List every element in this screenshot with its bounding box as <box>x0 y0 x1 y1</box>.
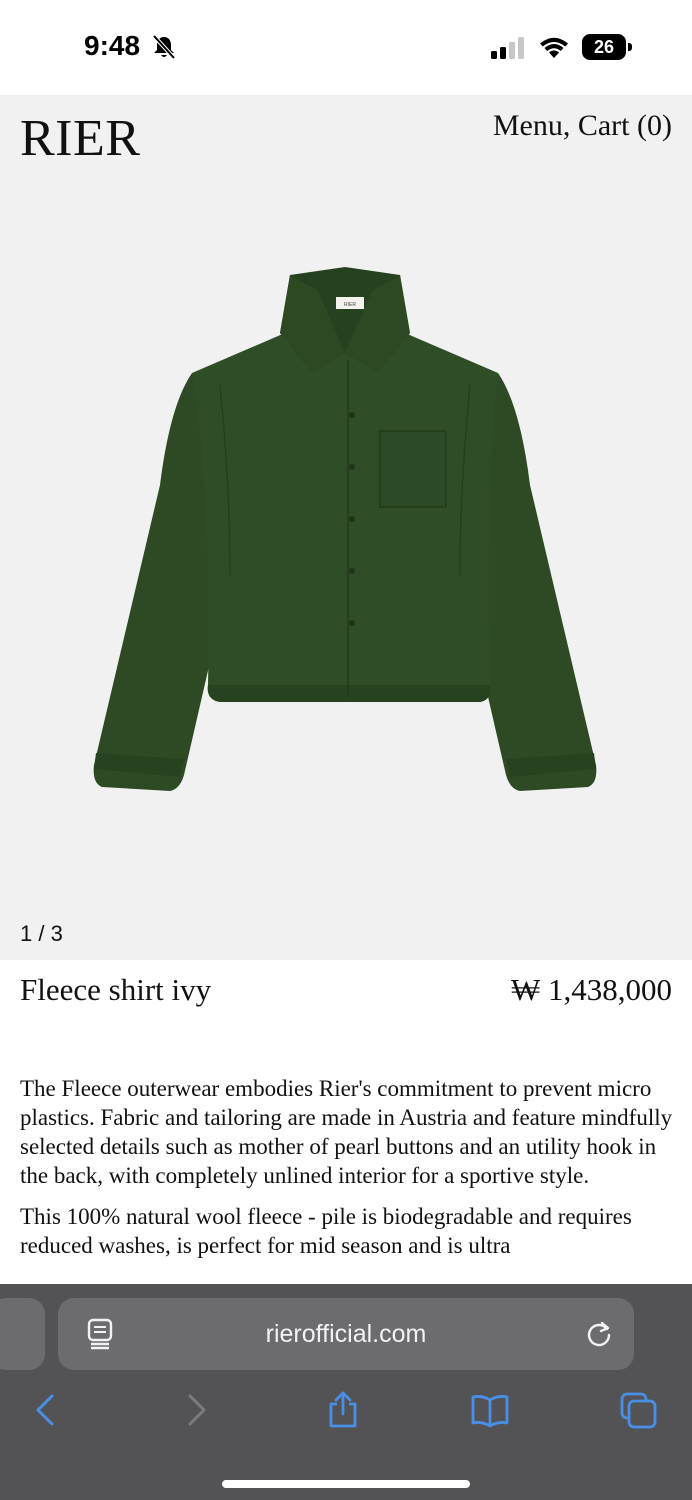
cellular-signal-icon <box>491 37 524 59</box>
url-text[interactable]: rierofficial.com <box>58 1298 634 1370</box>
product-gallery[interactable]: RIER Menu, Cart (0) RIER 1 / 3 <box>0 95 692 960</box>
battery-tip <box>628 43 632 51</box>
cart-link[interactable]: Cart (0) <box>578 109 672 142</box>
browser-toolbar: rierofficial.com <box>0 1284 692 1500</box>
status-time: 9:48 <box>84 30 141 61</box>
reload-icon[interactable] <box>585 1320 613 1348</box>
header-nav: Menu, Cart (0) <box>493 109 672 143</box>
bookmarks-icon[interactable] <box>470 1390 510 1430</box>
image-counter: 1 / 3 <box>20 921 63 946</box>
silent-bell-icon <box>152 34 176 60</box>
product-name: Fleece shirt ivy <box>20 972 212 1007</box>
home-indicator <box>222 1480 470 1488</box>
share-icon[interactable] <box>323 1390 363 1430</box>
address-bar[interactable]: rierofficial.com <box>58 1298 634 1370</box>
forward-icon[interactable] <box>176 1390 216 1430</box>
description-paragraph: This 100% natural wool fleece - pile is … <box>20 1204 632 1258</box>
garment-label: RIER <box>344 302 356 308</box>
description-paragraph: The Fleece outerwear embodies Rier's com… <box>20 1076 673 1188</box>
back-icon[interactable] <box>26 1390 66 1430</box>
battery-indicator: 26 <box>582 34 632 60</box>
wifi-icon <box>540 37 568 58</box>
previous-tab-preview[interactable] <box>0 1298 45 1370</box>
product-image[interactable]: RIER <box>80 245 610 815</box>
menu-link[interactable]: Menu, <box>493 109 571 142</box>
status-bar: 9:48 26 <box>0 0 692 95</box>
tabs-icon[interactable] <box>618 1390 658 1430</box>
battery-level: 26 <box>593 37 615 57</box>
product-description: The Fleece outerwear embodies Rier's com… <box>20 1074 675 1272</box>
brand-logo[interactable]: RIER <box>20 109 140 168</box>
product-price: ₩ 1,438,000 <box>510 972 672 1007</box>
